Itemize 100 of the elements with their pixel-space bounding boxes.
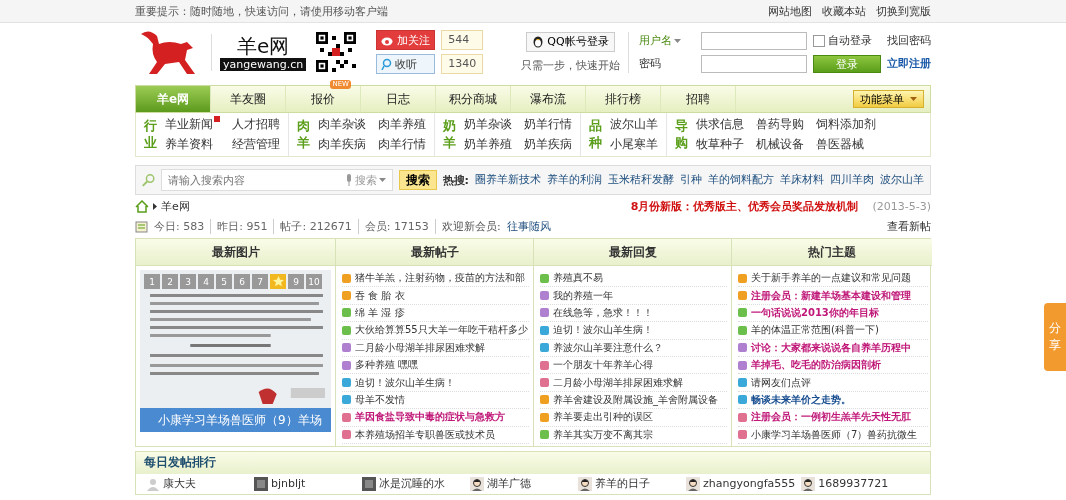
hot-search-link[interactable]: 玉米秸秆发酵	[608, 173, 674, 187]
hot-search-link[interactable]: 圈养羊新技术	[475, 173, 541, 187]
category-link[interactable]: 奶羊疾病	[524, 136, 572, 153]
post-link[interactable]: 羊掉毛、吃毛的防治病因剖析	[738, 356, 928, 375]
username-label[interactable]: 用户名	[639, 33, 695, 48]
post-link[interactable]: 畅谈未来羊价之走势。	[738, 391, 928, 410]
announcement-date: (2013-5-3)	[872, 200, 931, 213]
username-field[interactable]	[701, 31, 807, 50]
user-link[interactable]: 冰是沉睡的水	[362, 476, 470, 492]
post-link[interactable]: 猪牛羊羔，注射药物，疫苗的方法和部	[342, 270, 529, 288]
user-link[interactable]: 1689937721	[801, 476, 910, 491]
nav-tab[interactable]: 招聘	[661, 86, 736, 112]
top-link[interactable]: 收藏本站	[822, 3, 866, 19]
post-link[interactable]: 养殖真不易	[540, 270, 727, 288]
category-link[interactable]: 机械设备	[756, 136, 804, 153]
post-link[interactable]: 二月龄小母湖羊排尿困难求解	[342, 339, 529, 357]
post-link[interactable]: 注册会员：一例初生羔羊先天性无肛	[738, 409, 928, 427]
forgot-password-link[interactable]: 找回密码	[887, 33, 931, 48]
category-link[interactable]: 奶羊养殖	[464, 136, 512, 153]
nav-tab[interactable]: 排行榜	[586, 86, 661, 112]
category-link[interactable]: 人才招聘	[232, 116, 280, 133]
hot-search-link[interactable]: 养羊的利润	[547, 173, 602, 187]
post-link[interactable]: 小康学习羊场兽医师（7）兽药抗微生	[738, 426, 928, 444]
hot-search-link[interactable]: 羊床材料	[780, 173, 824, 187]
category-link[interactable]: 牧草种子	[696, 136, 744, 153]
hot-search-link[interactable]: 引种	[680, 173, 702, 187]
category-link[interactable]: 波尔山羊	[610, 116, 658, 133]
post-link[interactable]: 请网友们点评	[738, 374, 928, 392]
hot-search-link[interactable]: 波尔山羊	[880, 173, 924, 187]
post-link[interactable]: 一句话说说2013你的年目标	[738, 304, 928, 323]
notice-text: 重要提示：随时随地，快速访问，请使用移动客户端	[135, 3, 388, 19]
category-heading: 导购	[675, 117, 688, 152]
category-link[interactable]: 供求信息	[696, 116, 744, 133]
password-field[interactable]	[701, 54, 807, 73]
post-link[interactable]: 一个朋友十年养羊心得	[540, 356, 727, 375]
post-link[interactable]: 羊的体温正常范围(科普一下)	[738, 322, 928, 340]
nav-tab[interactable]: 日志	[361, 86, 436, 112]
post-link[interactable]: 注册会员：新建羊场基本建设和管理	[738, 287, 928, 305]
category-link[interactable]: 奶羊杂谈	[464, 116, 512, 133]
user-link[interactable]: 湖羊广德	[470, 476, 578, 492]
category-link[interactable]: 饲料添加剂	[816, 116, 876, 133]
category-link[interactable]: 肉羊行情	[378, 136, 426, 153]
hot-search-link[interactable]: 四川羊肉	[830, 173, 874, 187]
top-link[interactable]: 网站地图	[768, 3, 812, 19]
nav-tab[interactable]: 积分商城	[436, 86, 511, 112]
post-link[interactable]: 我的养殖一年	[540, 287, 727, 305]
member-link[interactable]: 往事随风	[506, 218, 551, 234]
slide-page-button[interactable]	[270, 274, 286, 289]
post-link[interactable]: 绵 羊 湿 疹	[342, 304, 529, 323]
view-new-posts-link[interactable]: 查看新帖	[887, 218, 931, 234]
category-link[interactable]: 经营管理	[232, 136, 280, 153]
post-link[interactable]: 大伙给算算55只大羊一年吃干秸杆多少	[342, 322, 529, 340]
post-link[interactable]: 多种养殖 嘿嘿	[342, 356, 529, 375]
hot-search-link[interactable]: 羊的饲料配方	[708, 173, 774, 187]
post-link[interactable]: 二月龄小母湖羊排尿困难求解	[540, 374, 727, 392]
category-link[interactable]: 兽医器械	[816, 136, 876, 153]
user-link[interactable]: 养羊的日子	[578, 476, 686, 492]
category-link[interactable]: 小尾寒羊	[610, 136, 658, 153]
post-link[interactable]: 养波尔山羊要注意什么？	[540, 339, 727, 357]
category-link[interactable]: 养羊资料	[165, 136, 220, 153]
user-link[interactable]: bjnbljt	[254, 476, 362, 491]
category-link[interactable]: 兽药导购	[756, 116, 804, 133]
post-link[interactable]: 吞 食 胎 衣	[342, 287, 529, 305]
post-link[interactable]: 迫切！波尔山羊生病！	[342, 374, 529, 392]
post-link[interactable]: 在线急等，急求！！！	[540, 304, 727, 323]
post-link[interactable]: 母羊不发情	[342, 391, 529, 410]
post-link[interactable]: 关于新手养羊的一点建议和常见问题	[738, 270, 928, 288]
qq-login-hint: 只需一步，快速开始	[521, 57, 620, 73]
nav-tab[interactable]: 瀑布流	[511, 86, 586, 112]
category-link[interactable]: 羊业新闻	[165, 116, 220, 133]
qr-code-icon	[316, 32, 357, 72]
user-link[interactable]: zhangyongfa555	[686, 476, 802, 491]
category-link[interactable]: 奶羊行情	[524, 116, 572, 133]
announcement-link[interactable]: 8月份新版：优秀版主、优秀会员奖品发放机制	[630, 199, 859, 214]
category-link[interactable]: 肉羊杂谈	[318, 116, 366, 133]
function-menu-button[interactable]: 功能菜单	[853, 90, 924, 108]
follow-button[interactable]: 收听	[376, 54, 436, 74]
category-link[interactable]: 肉羊疾病	[318, 136, 366, 153]
password-label: 密码	[639, 56, 662, 71]
category-heading: 奶羊	[443, 117, 456, 152]
nav-tab[interactable]: 羊友圈	[211, 86, 286, 112]
post-link[interactable]: 羊因食盐导致中毒的症状与急救方	[342, 409, 529, 427]
register-link[interactable]: 立即注册	[887, 56, 931, 71]
home-icon[interactable]	[135, 200, 149, 213]
post-link[interactable]: 养羊舍建设及附属设施_羊舍附属设备	[540, 391, 727, 410]
column-title: 最新回复	[608, 243, 657, 261]
post-link[interactable]: 养羊要走出引种的误区	[540, 409, 727, 427]
user-link[interactable]: 康大夫	[146, 476, 254, 492]
auto-login-checkbox[interactable]: 自动登录	[813, 33, 881, 48]
post-link[interactable]: 讨论：大家都来说说各自养羊历程中	[738, 339, 928, 357]
top-link[interactable]: 切换到宽版	[876, 3, 931, 19]
qq-login-button[interactable]: QQ帐号登录	[526, 31, 615, 52]
post-link[interactable]: 迫切！波尔山羊生病！	[540, 322, 727, 340]
post-link[interactable]: 养羊其实万变不离其宗	[540, 426, 727, 444]
breadcrumb-link[interactable]: 羊e网	[161, 199, 190, 214]
category-link[interactable]: 肉羊养殖	[378, 116, 426, 133]
slide-caption: 小康学习羊场兽医师（9）羊场	[140, 408, 331, 432]
follow-button[interactable]: 加关注	[376, 30, 436, 50]
search-button[interactable]: 搜索	[398, 170, 437, 190]
post-link[interactable]: 本养殖场招羊专职兽医或技术员	[342, 426, 529, 444]
